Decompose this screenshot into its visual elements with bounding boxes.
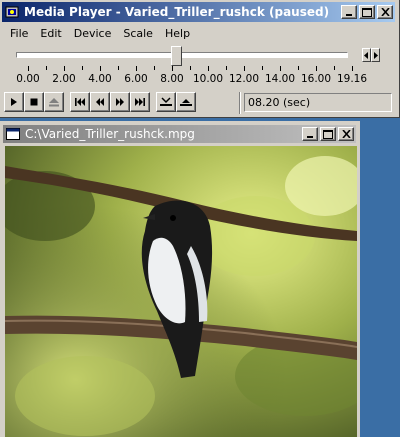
maximize-button[interactable] <box>359 5 375 19</box>
window-title: Media Player - Varied_Triller_rushck (pa… <box>24 5 330 19</box>
timeline-tick <box>154 66 155 70</box>
mark-in-button[interactable] <box>156 92 176 112</box>
timeline-end-tick <box>352 66 353 71</box>
timeline-tick <box>244 66 245 71</box>
skip-start-button[interactable] <box>70 92 90 112</box>
timeline-tick <box>46 66 47 70</box>
menu-help[interactable]: Help <box>159 27 196 40</box>
timeline-tick <box>280 66 281 71</box>
timeline-tick-label: 4.00 <box>88 73 112 85</box>
timeline-tick <box>100 66 101 71</box>
timeline-tick-label: 0.00 <box>16 73 40 85</box>
timeline-tick <box>118 66 119 70</box>
timeline-tick-label: 16.00 <box>300 73 332 85</box>
media-player-window: Media Player - Varied_Triller_rushck (pa… <box>0 0 400 118</box>
menu-edit[interactable]: Edit <box>34 27 67 40</box>
timeline-tick-label: 19.16 <box>336 73 368 85</box>
skip-end-icon <box>135 98 145 106</box>
close-button[interactable] <box>377 5 393 19</box>
menu-scale[interactable]: Scale <box>117 27 159 40</box>
fast-forward-button[interactable] <box>110 92 130 112</box>
time-display: 08.20 (sec) <box>244 93 392 112</box>
selection-scroll-arrows <box>362 48 380 62</box>
video-title-bar[interactable]: C:\Varied_Triller_rushck.mpg <box>3 125 356 143</box>
play-button[interactable] <box>4 92 24 112</box>
timeline-tick <box>262 66 263 70</box>
toolbar-separator <box>239 92 241 114</box>
scroll-left-arrow[interactable] <box>362 48 371 62</box>
timeline-tick <box>208 66 209 71</box>
timeline-tick <box>136 66 137 71</box>
scroll-right-arrow[interactable] <box>371 48 380 62</box>
rewind-icon <box>96 98 104 106</box>
video-window-icon <box>5 127 21 141</box>
timeline-tick-label: 8.00 <box>160 73 184 85</box>
video-frame[interactable] <box>5 146 357 437</box>
timeline-tick <box>82 66 83 70</box>
timeline-tick-label: 10.00 <box>192 73 224 85</box>
stop-button[interactable] <box>24 92 44 112</box>
menu-device[interactable]: Device <box>68 27 118 40</box>
mark-out-icon <box>180 99 192 106</box>
video-minimize-button[interactable] <box>302 127 318 141</box>
timeline-tick <box>334 66 335 70</box>
rewind-button[interactable] <box>90 92 110 112</box>
mark-out-button[interactable] <box>176 92 196 112</box>
timeline-tick <box>190 66 191 70</box>
transport-controls <box>4 92 196 114</box>
menu-bar: File Edit Device Scale Help <box>4 24 196 42</box>
timeline-tick-labels: 0.00 2.00 4.00 6.00 8.00 10.00 12.00 14.00 16.00… <box>0 73 400 87</box>
skip-end-button[interactable] <box>130 92 150 112</box>
eject-icon <box>49 98 59 107</box>
title-bar[interactable]: Media Player - Varied_Triller_rushck (pa… <box>2 2 395 22</box>
timeline-ticks <box>0 66 400 72</box>
timeline-tick-label: 12.00 <box>228 73 260 85</box>
timeline-tick <box>226 66 227 70</box>
seek-slider-track[interactable] <box>16 52 348 58</box>
timeline-tick-label: 2.00 <box>52 73 76 85</box>
mark-in-icon <box>160 97 172 106</box>
timeline-tick-label: 6.00 <box>124 73 148 85</box>
timeline-tick <box>64 66 65 71</box>
skip-start-icon <box>75 98 85 106</box>
media-player-icon <box>4 4 20 20</box>
video-window: C:\Varied_Triller_rushck.mpg <box>0 121 360 437</box>
timeline-tick-label: 14.00 <box>264 73 296 85</box>
timeline-tick <box>316 66 317 71</box>
seek-slider-thumb[interactable] <box>170 46 182 66</box>
minimize-button[interactable] <box>341 5 357 19</box>
timeline-tick <box>28 66 29 71</box>
timeline-tick <box>172 66 173 71</box>
video-close-button[interactable] <box>338 127 354 141</box>
menu-file[interactable]: File <box>4 27 34 40</box>
bird-on-branch-image <box>5 146 357 437</box>
play-icon <box>11 98 17 106</box>
video-window-title: C:\Varied_Triller_rushck.mpg <box>25 127 195 141</box>
stop-icon <box>30 98 38 106</box>
timeline-tick <box>298 66 299 70</box>
fast-forward-icon <box>116 98 124 106</box>
eject-button[interactable] <box>44 92 64 112</box>
video-maximize-button[interactable] <box>320 127 336 141</box>
